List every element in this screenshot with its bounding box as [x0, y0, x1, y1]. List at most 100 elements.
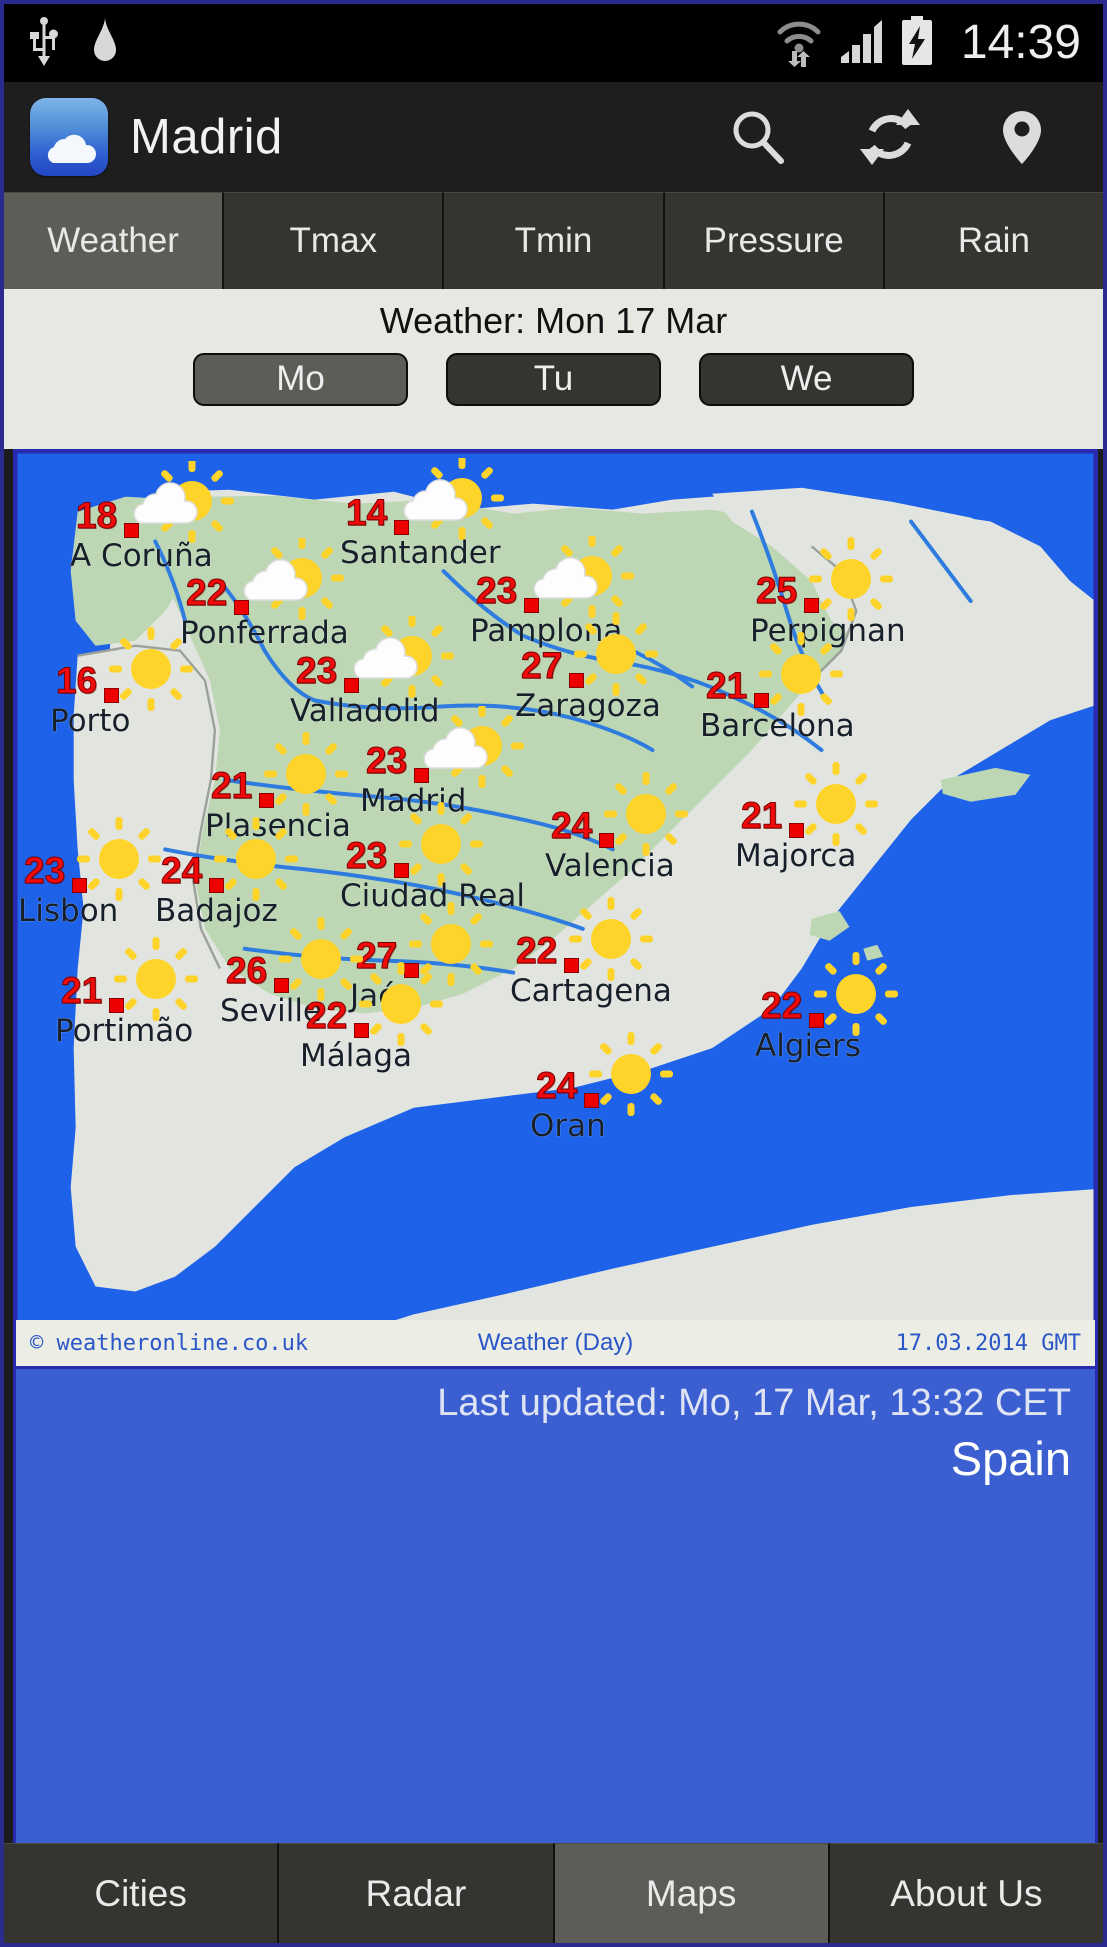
city-location-dot — [804, 598, 819, 613]
metric-tab-bar: Weather Tmax Tmin Pressure Rain — [4, 192, 1103, 289]
city-location-dot — [569, 673, 584, 688]
city-temperature: 23 — [23, 850, 66, 891]
city-location-dot — [109, 998, 124, 1013]
city-temperature: 24 — [535, 1065, 578, 1106]
city-temperature: 22 — [185, 572, 228, 613]
city-temperature: 23 — [365, 740, 408, 781]
city-temperature: 23 — [475, 570, 518, 611]
day-selector: Mo Tu We — [4, 352, 1103, 406]
page-title: Madrid — [130, 109, 283, 164]
tab-pressure[interactable]: Pressure — [664, 192, 885, 289]
country-label: Spain — [950, 1431, 1071, 1485]
city-name: Zaragoza — [515, 688, 661, 724]
wifi-icon — [773, 15, 825, 72]
city-temperature: 25 — [755, 570, 798, 611]
city-temperature: 22 — [305, 995, 348, 1036]
map-footer: © weatheronline.co.uk Weather (Day) 17.0… — [16, 1320, 1095, 1366]
day-control-strip: Weather: Mon 17 Mar Mo Tu We — [4, 289, 1103, 449]
city-name: Oran — [530, 1108, 606, 1144]
app-logo-cloud-icon — [30, 98, 108, 176]
city-name: Porto — [50, 703, 131, 739]
tab-weather[interactable]: Weather — [4, 192, 225, 289]
city-location-dot — [789, 823, 804, 838]
city-name: Ponferrada — [180, 615, 349, 651]
city-name: Lisbon — [18, 893, 119, 929]
city-name: Algiers — [755, 1028, 862, 1064]
city-location-dot — [394, 863, 409, 878]
city-location-dot — [414, 768, 429, 783]
city-location-dot — [394, 520, 409, 535]
city-temperature: 21 — [705, 665, 748, 706]
city-temperature: 14 — [345, 492, 388, 533]
city-temperature: 24 — [550, 805, 593, 846]
status-bar-right-icons: 14:39 — [773, 15, 1081, 72]
city-temperature: 24 — [160, 850, 203, 891]
map-title: Weather: Mon 17 Mar — [379, 300, 728, 341]
city-location-dot — [72, 878, 87, 893]
city-name: Badajoz — [155, 893, 278, 929]
status-bar-left-icons — [26, 16, 122, 71]
nav-item-maps[interactable]: Maps — [554, 1843, 830, 1943]
cellular-signal-icon — [839, 17, 885, 70]
nav-item-radar[interactable]: Radar — [279, 1843, 555, 1943]
water-drop-icon — [88, 16, 122, 71]
city-temperature: 23 — [295, 650, 338, 691]
city-name: Majorca — [735, 838, 857, 874]
search-icon[interactable] — [725, 104, 791, 170]
action-bar-buttons — [725, 104, 1077, 170]
city-location-dot — [104, 688, 119, 703]
weather-map[interactable]: 18 A Coruña 14 Santander 22 Ponferrada 23 Pampl… — [13, 449, 1098, 1369]
refresh-icon[interactable] — [857, 104, 923, 170]
city-temperature: 16 — [55, 660, 98, 701]
status-bar: 14:39 — [4, 4, 1103, 82]
tab-rain[interactable]: Rain — [884, 192, 1103, 289]
day-button-mo[interactable]: Mo — [193, 352, 408, 406]
city-location-dot — [124, 523, 139, 538]
city-location-dot — [209, 878, 224, 893]
nav-item-cities[interactable]: Cities — [4, 1843, 280, 1943]
city-temperature: 22 — [760, 985, 803, 1026]
city-name: Portimão — [55, 1013, 194, 1049]
city-location-dot — [259, 793, 274, 808]
location-pin-icon[interactable] — [989, 104, 1055, 170]
usb-icon — [26, 16, 62, 71]
city-temperature: 21 — [740, 795, 783, 836]
city-location-dot — [274, 978, 289, 993]
nav-item-about-us[interactable]: About Us — [829, 1843, 1103, 1943]
city-temperature: 21 — [60, 970, 103, 1011]
city-location-dot — [234, 600, 249, 615]
city-name: Santander — [340, 535, 501, 571]
city-name: Valencia — [545, 848, 675, 884]
city-temperature: 23 — [345, 835, 388, 876]
city-location-dot — [809, 1013, 824, 1028]
last-updated-text: Last updated: Mo, 17 Mar, 13:32 CET — [437, 1382, 1071, 1424]
phone-screen: 14:39 Madrid Weather Tmax Tmin Pressure … — [0, 0, 1107, 1947]
city-name: A Coruña — [70, 538, 213, 574]
map-legend-label: Weather (Day) — [477, 1329, 634, 1356]
action-bar: Madrid — [4, 82, 1103, 192]
day-button-tu[interactable]: Tu — [446, 352, 661, 406]
city-location-dot — [564, 958, 579, 973]
map-timestamp: 17.03.2014 GMT — [895, 1330, 1081, 1356]
city-location-dot — [599, 833, 614, 848]
status-bar-clock: 14:39 — [960, 16, 1081, 69]
city-name: Málaga — [300, 1038, 413, 1074]
city-location-dot — [354, 1023, 369, 1038]
info-panel: Last updated: Mo, 17 Mar, 13:32 CET Spai… — [13, 1369, 1098, 1851]
city-temperature: 26 — [225, 950, 268, 991]
city-location-dot — [754, 693, 769, 708]
city-temperature: 22 — [515, 930, 558, 971]
map-copyright: © weatheronline.co.uk — [30, 1330, 309, 1356]
day-button-we[interactable]: We — [699, 352, 914, 406]
city-temperature: 27 — [520, 645, 563, 686]
battery-charging-icon — [899, 15, 935, 71]
tab-tmax[interactable]: Tmax — [224, 192, 445, 289]
tab-tmin[interactable]: Tmin — [444, 192, 665, 289]
city-name: Cartagena — [510, 973, 672, 1009]
city-location-dot — [584, 1093, 599, 1108]
bottom-navigation-bar: Cities Radar Maps About Us — [4, 1843, 1103, 1943]
city-location-dot — [344, 678, 359, 693]
city-temperature: 18 — [75, 495, 118, 536]
city-temperature: 21 — [210, 765, 253, 806]
city-name: Barcelona — [700, 708, 855, 744]
